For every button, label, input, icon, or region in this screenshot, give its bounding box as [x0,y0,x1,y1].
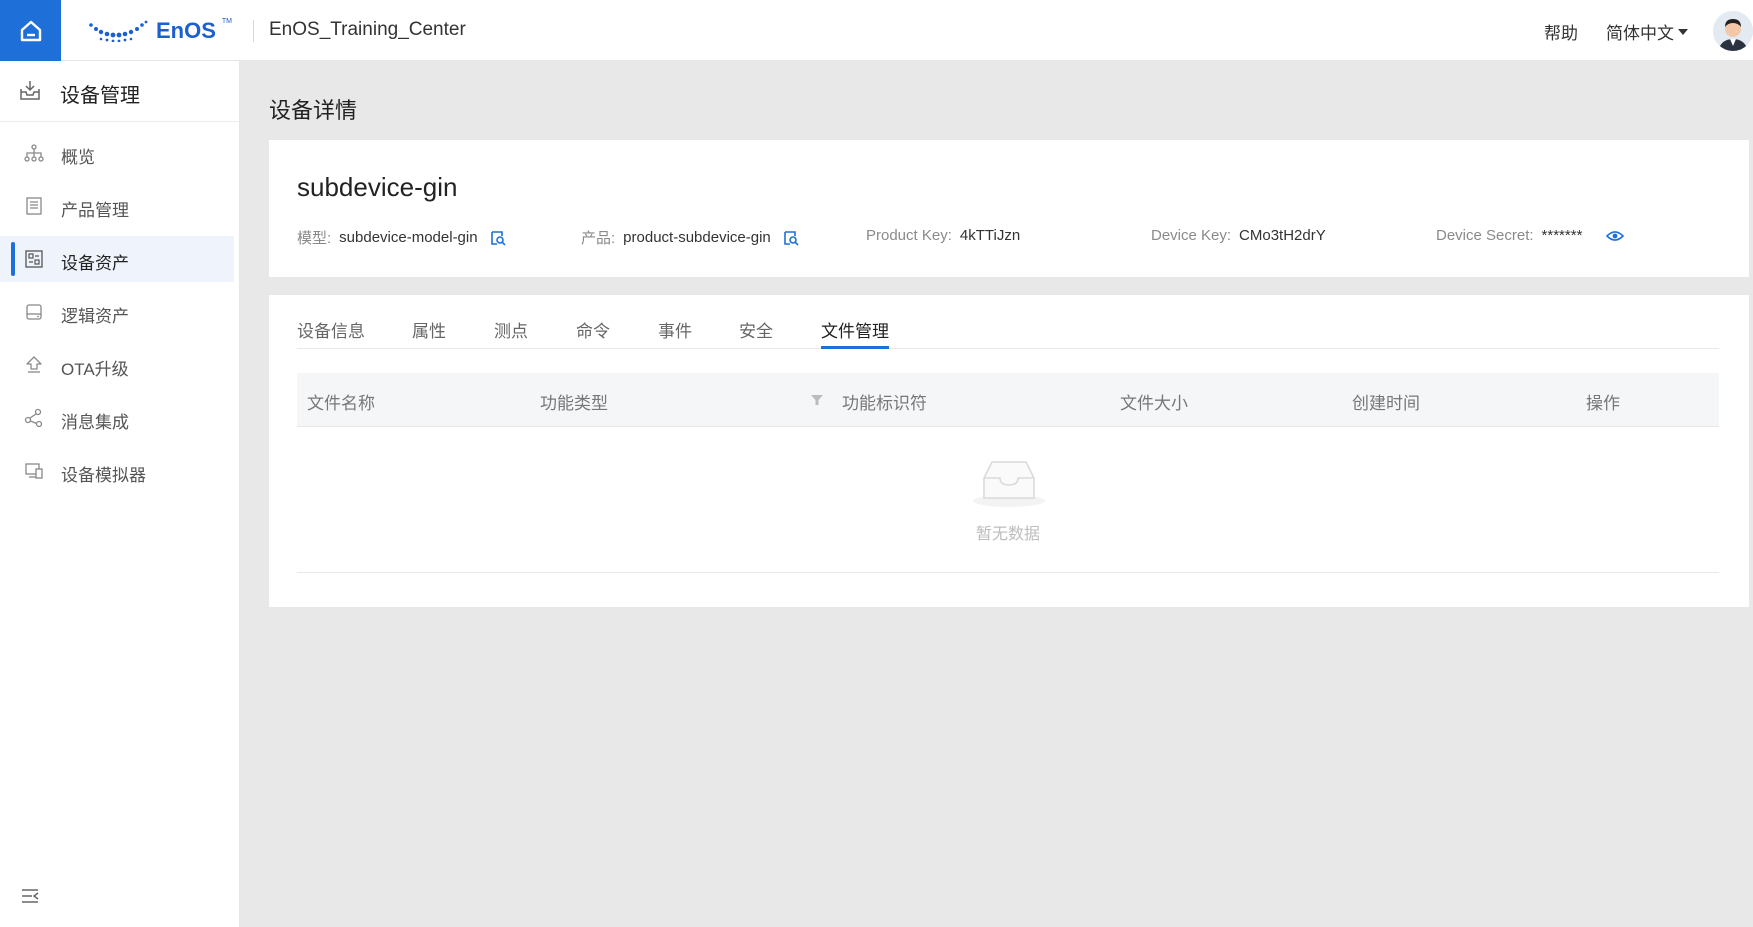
search-doc-icon [783,230,799,246]
sidebar-item-ota[interactable]: OTA升级 [0,342,234,388]
sidebar-item-message-integration[interactable]: 消息集成 [0,395,234,441]
eye-icon [1606,230,1625,241]
device-summary-card: subdevice-gin 模型: subdevice-model-gin 产品… [269,140,1749,277]
logo-dots-icon [89,20,148,42]
device-key-field: Device Key: CMo3tH2drY [1151,227,1326,244]
drive-icon [26,304,42,320]
language-label: 简体中文 [1606,24,1674,43]
sidebar-item-label: 概览 [61,148,95,167]
device-key-value: CMo3tH2drY [1239,227,1326,244]
sidebar-item-label: 设备资产 [61,254,129,273]
home-button[interactable] [0,0,61,61]
product-label: 产品: [581,230,616,247]
model-value: subdevice-model-gin [339,229,478,246]
model-label: 模型: [297,230,332,247]
device-secret-value: ******* [1541,227,1583,244]
tab-security[interactable]: 安全 [739,317,773,349]
tab-device-info[interactable]: 设备信息 [297,317,365,349]
show-secret-button[interactable] [1606,229,1625,243]
logo-trademark: TM [221,18,233,25]
filter-icon [811,395,823,405]
logo-text: EnOS [156,18,216,43]
org-name: EnOS_Training_Center [269,19,466,40]
header-divider [253,20,254,42]
table-header: 文件名称 功能类型 功能标识符 文件大小 创建时间 操作 [297,373,1719,427]
language-select[interactable]: 简体中文 [1606,19,1688,44]
sidebar-item-logical-assets[interactable]: 逻辑资产 [0,289,234,335]
empty-text: 暂无数据 [975,526,1040,543]
product-key-label: Product Key: [866,227,952,244]
hierarchy-icon [24,144,44,162]
device-key-label: Device Key: [1151,227,1232,244]
sidebar-header: 设备管理 [0,61,240,122]
column-function-type: 功能类型 [540,394,608,413]
column-file-name: 文件名称 [307,394,375,413]
sidebar-item-products[interactable]: 产品管理 [0,183,234,229]
upload-icon [26,356,42,373]
sidebar-item-device-assets[interactable]: 设备资产 [0,236,234,282]
home-icon [20,20,41,41]
sidebar-item-label: 产品管理 [61,201,129,220]
user-avatar-icon [1713,11,1753,51]
enos-logo[interactable]: EnOS TM [88,16,232,46]
device-detail-card: 设备信息 属性 测点 命令 事件 安全 文件管理 文件名称 功能类型 功能标识符… [269,295,1749,607]
column-actions: 操作 [1586,394,1620,413]
sidebar-item-overview[interactable]: 概览 [0,130,234,176]
tab-measure-points[interactable]: 测点 [494,317,528,349]
device-asset-icon [25,250,43,268]
tab-commands[interactable]: 命令 [576,317,610,349]
sidebar-item-label: 逻辑资产 [61,307,129,326]
product-value: product-subdevice-gin [623,229,771,246]
tab-file-management[interactable]: 文件管理 [821,317,889,349]
function-type-filter[interactable] [811,393,823,411]
search-doc-icon [490,230,506,246]
product-key-value: 4kTTiJzn [959,227,1021,244]
menu-collapse-icon [22,889,39,903]
column-function-identifier: 功能标识符 [842,394,927,413]
sidebar-item-label: OTA升级 [61,360,129,379]
sidebar-item-device-simulator[interactable]: 设备模拟器 [0,448,234,494]
detail-tabs: 设备信息 属性 测点 命令 事件 安全 文件管理 [297,317,1719,349]
model-view-button[interactable] [490,230,506,246]
empty-inbox-icon [973,461,1045,507]
product-view-button[interactable] [783,230,799,246]
tab-attributes[interactable]: 属性 [412,317,446,349]
device-name: subdevice-gin [297,172,458,202]
share-nodes-icon [24,408,43,428]
empty-state: 暂无数据 [297,428,1719,573]
help-link[interactable]: 帮助 [1544,19,1578,44]
tab-events[interactable]: 事件 [658,317,692,349]
page-title: 设备详情 [269,98,358,123]
user-avatar[interactable] [1713,11,1753,51]
device-secret-field: Device Secret: ******* [1436,227,1625,244]
inbox-icon [20,81,40,100]
column-created-time: 创建时间 [1352,394,1420,413]
model-field: 模型: subdevice-model-gin [297,227,506,248]
sidebar-item-label: 设备模拟器 [61,466,146,485]
top-bar: EnOS TM EnOS_Training_Center 帮助 简体中文 [0,0,1753,61]
sidebar: 设备管理 概览 产品管理 设备资产 逻辑资产 OTA升级 消息集成 设备模拟器 [0,61,240,927]
sidebar-item-label: 消息集成 [61,413,129,432]
monitor-icon [25,463,43,479]
sidebar-title: 设备管理 [60,85,140,107]
document-icon [26,197,42,215]
column-file-size: 文件大小 [1120,394,1188,413]
sidebar-collapse-button[interactable] [21,888,39,909]
device-secret-label: Device Secret: [1436,227,1534,244]
product-key-field: Product Key: 4kTTiJzn [866,227,1020,244]
caret-down-icon [1678,28,1688,35]
product-field: 产品: product-subdevice-gin [581,227,799,248]
